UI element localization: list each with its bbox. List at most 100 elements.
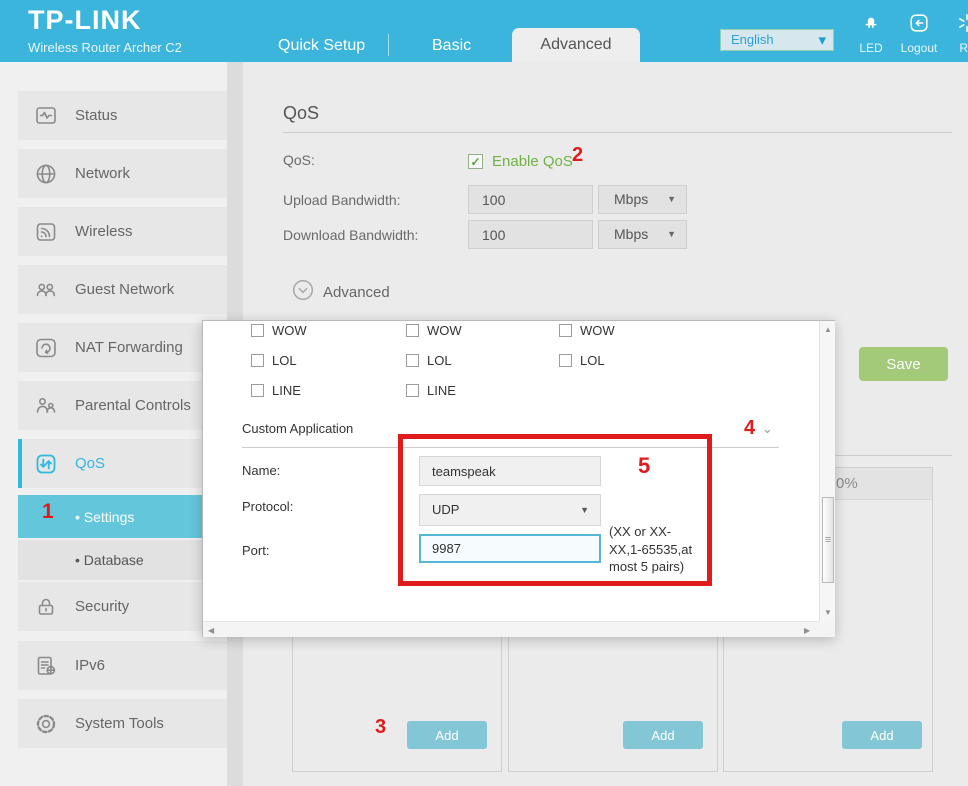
sidebar-item-label: IPv6 bbox=[75, 657, 105, 674]
app-checkbox-label: LINE bbox=[427, 383, 456, 398]
add-button[interactable]: Add bbox=[407, 721, 487, 749]
scroll-left-icon[interactable]: ◀ bbox=[208, 626, 214, 635]
annotation-2: 2 bbox=[572, 144, 583, 167]
sidebar-item-status[interactable]: Status bbox=[18, 91, 227, 140]
triangle-down-icon: ▼ bbox=[667, 186, 676, 213]
protocol-select[interactable]: UDP ▼ bbox=[419, 494, 601, 526]
horizontal-scrollbar[interactable]: ◀ ▶ bbox=[203, 621, 819, 637]
circle-chevron-down-icon bbox=[292, 279, 314, 305]
add-button[interactable]: Add bbox=[842, 721, 922, 749]
logout-label: Logout bbox=[897, 41, 941, 55]
triangle-down-icon: ▼ bbox=[667, 221, 676, 248]
annotation-4: 4 bbox=[744, 417, 755, 440]
app-checkbox-row: LINE bbox=[251, 383, 301, 398]
sidebar-item-guest-network[interactable]: Guest Network bbox=[18, 265, 227, 314]
parental-controls-icon bbox=[34, 394, 58, 418]
upload-bandwidth-input[interactable] bbox=[468, 185, 593, 214]
sidebar-item-nat-forwarding[interactable]: NAT Forwarding bbox=[18, 323, 227, 372]
led-label: LED bbox=[849, 41, 893, 55]
qos-icon bbox=[34, 452, 58, 476]
name-input[interactable] bbox=[419, 456, 601, 486]
upload-bandwidth-label: Upload Bandwidth: bbox=[283, 192, 401, 208]
port-label: Port: bbox=[242, 543, 269, 558]
sidebar-item-label: Parental Controls bbox=[75, 397, 191, 414]
scroll-right-icon[interactable]: ▶ bbox=[804, 626, 810, 635]
sidebar-item-wireless[interactable]: Wireless bbox=[18, 207, 227, 256]
nat-forwarding-icon bbox=[34, 336, 58, 360]
checkbox[interactable] bbox=[559, 324, 572, 337]
checkmark-icon: ✓ bbox=[470, 155, 480, 169]
gear-icon bbox=[34, 712, 58, 736]
sidebar-item-system-tools[interactable]: System Tools bbox=[18, 699, 227, 748]
led-button[interactable]: LED bbox=[849, 12, 893, 55]
upload-unit-select[interactable]: Mbps ▼ bbox=[598, 185, 687, 214]
sidebar-subitem-database[interactable]: • Database bbox=[18, 540, 227, 580]
guest-network-icon bbox=[34, 278, 58, 302]
add-button[interactable]: Add bbox=[623, 721, 703, 749]
checkbox[interactable] bbox=[251, 324, 264, 337]
router-admin-screen: TP-LINK Wireless Router Archer C2 Quick … bbox=[0, 0, 968, 786]
download-unit-value: Mbps bbox=[614, 226, 648, 242]
nav-basic[interactable]: Basic bbox=[432, 37, 471, 55]
sidebar-item-label: System Tools bbox=[75, 715, 164, 732]
wireless-icon bbox=[34, 220, 58, 244]
reboot-label: Re bbox=[945, 41, 968, 55]
nav-advanced-tab[interactable]: Advanced bbox=[512, 28, 640, 62]
sidebar-item-ipv6[interactable]: IPv6 bbox=[18, 641, 227, 690]
collapse-chevron-icon[interactable]: ⌄ bbox=[762, 421, 773, 437]
app-checkbox-label: LOL bbox=[427, 353, 452, 368]
upload-unit-value: Mbps bbox=[614, 191, 648, 207]
checkbox[interactable] bbox=[406, 384, 419, 397]
checkbox[interactable] bbox=[406, 354, 419, 367]
port-hint-line: (XX or XX- bbox=[609, 523, 703, 541]
nav-quick-setup[interactable]: Quick Setup bbox=[278, 37, 365, 55]
sidebar-item-label: QoS bbox=[75, 455, 105, 472]
download-bandwidth-input[interactable] bbox=[468, 220, 593, 249]
grip-icon: ≡ bbox=[825, 534, 831, 546]
router-model-subtitle: Wireless Router Archer C2 bbox=[28, 40, 182, 55]
sidebar: Status Network Wireless Guest Network NA… bbox=[0, 62, 227, 786]
port-hint-line: XX,1-65535,at bbox=[609, 541, 703, 559]
checkbox[interactable] bbox=[251, 384, 264, 397]
annotation-3: 3 bbox=[375, 716, 386, 739]
checkbox[interactable] bbox=[559, 354, 572, 367]
app-checkbox-row: LOL bbox=[406, 353, 452, 368]
enable-qos-checkbox[interactable]: ✓ bbox=[468, 154, 483, 169]
app-checkbox-row: WOW bbox=[559, 323, 615, 338]
sidebar-item-qos[interactable]: QoS bbox=[18, 439, 227, 488]
logout-button[interactable]: Logout bbox=[897, 12, 941, 55]
globe-icon bbox=[34, 162, 58, 186]
sidebar-item-security[interactable]: Security bbox=[18, 582, 227, 631]
download-unit-select[interactable]: Mbps ▼ bbox=[598, 220, 687, 249]
sidebar-item-network[interactable]: Network bbox=[18, 149, 227, 198]
app-checkbox-label: WOW bbox=[272, 323, 307, 338]
sidebar-item-parental-controls[interactable]: Parental Controls bbox=[18, 381, 227, 430]
language-select[interactable]: English ▾ bbox=[720, 29, 834, 51]
logout-icon bbox=[908, 21, 930, 38]
app-checkbox-row: LINE bbox=[406, 383, 456, 398]
language-value: English bbox=[731, 32, 774, 47]
checkbox[interactable] bbox=[251, 354, 264, 367]
checkbox[interactable] bbox=[406, 324, 419, 337]
vertical-scrollbar[interactable]: ▲ ≡ ▼ bbox=[819, 321, 835, 621]
app-checkbox-label: LINE bbox=[272, 383, 301, 398]
vertical-scrollbar-thumb[interactable]: ≡ bbox=[822, 497, 834, 583]
app-checkbox-row: WOW bbox=[251, 323, 307, 338]
save-button[interactable]: Save bbox=[859, 347, 948, 381]
app-checkbox-row: WOW bbox=[406, 323, 462, 338]
application-list-modal: WOW LOL LINE WOW LOL LINE WOW LOL bbox=[202, 320, 835, 637]
custom-application-divider bbox=[242, 447, 779, 448]
advanced-toggle[interactable]: Advanced bbox=[292, 279, 390, 305]
enable-qos-label: Enable QoS bbox=[492, 153, 573, 170]
nav-separator bbox=[388, 34, 389, 56]
scroll-down-icon[interactable]: ▼ bbox=[824, 608, 832, 617]
app-checkbox-label: WOW bbox=[427, 323, 462, 338]
port-input[interactable] bbox=[419, 534, 601, 563]
reboot-button[interactable]: Re bbox=[945, 12, 968, 55]
protocol-value: UDP bbox=[432, 502, 459, 517]
active-indicator-bar bbox=[18, 439, 22, 488]
sidebar-subitem-label: • Settings bbox=[75, 509, 134, 525]
download-bandwidth-label: Download Bandwidth: bbox=[283, 227, 418, 243]
scroll-up-icon[interactable]: ▲ bbox=[824, 325, 832, 334]
sidebar-item-label: NAT Forwarding bbox=[75, 339, 183, 356]
